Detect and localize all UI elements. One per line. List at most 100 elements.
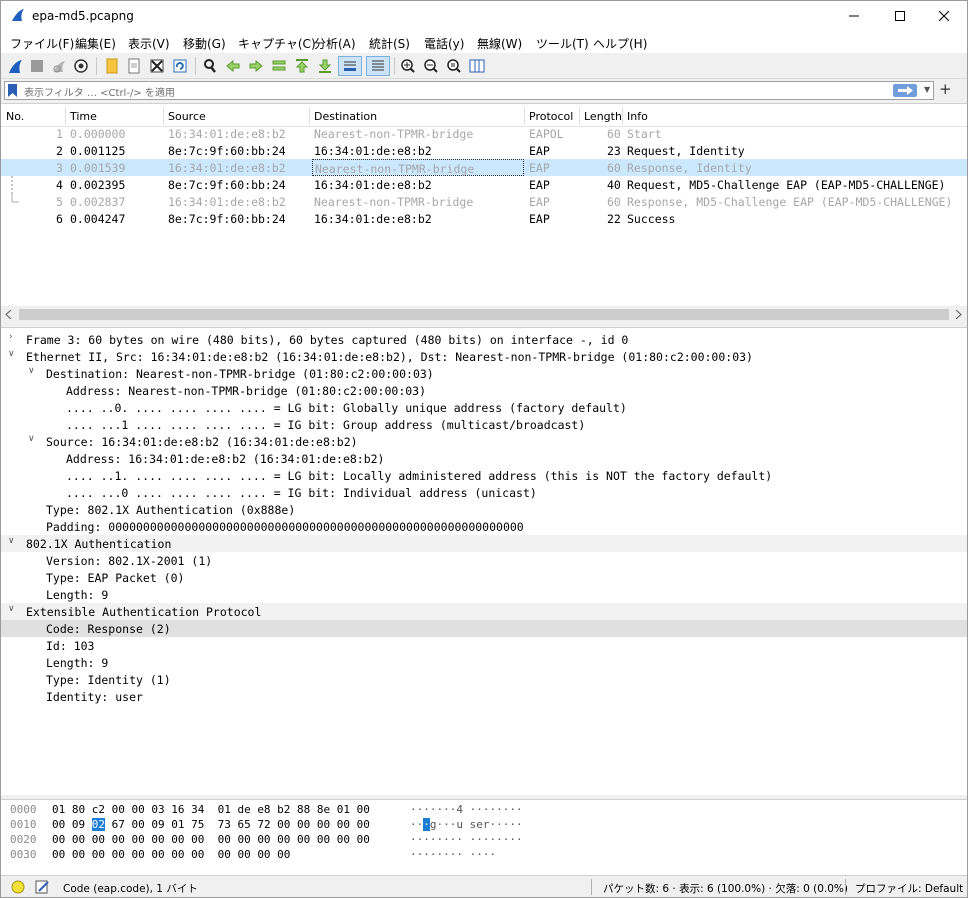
packet-row[interactable]: 4 0.002395 8e:7c:9f:60:bb:24 16:34:01:de… [1, 176, 967, 193]
tree-item-dst-address[interactable]: Address: Nearest-non-TPMR-bridge (01:80:… [1, 382, 967, 399]
tree-item-identity[interactable]: Identity: user [1, 688, 967, 705]
go-to-packet-button[interactable] [269, 56, 289, 76]
menu-file[interactable]: ファイル(F) [10, 35, 74, 52]
menu-wireless[interactable]: 無線(W) [477, 35, 522, 52]
tree-item-version[interactable]: Version: 802.1X-2001 (1) [1, 552, 967, 569]
menu-help[interactable]: ヘルプ(H) [593, 35, 647, 52]
tree-item-source[interactable]: ∨ Source: 16:34:01:de:e8:b2 (16:34:01:de:… [1, 433, 967, 450]
scrollbar-thumb[interactable] [19, 309, 949, 320]
menu-statistics[interactable]: 統計(S) [369, 35, 410, 52]
display-filter-input[interactable]: 表示フィルタ … <Ctrl-/> を適用 ▼ [4, 81, 934, 100]
packet-destination: 16:34:01:de:e8:b2 [314, 212, 432, 226]
chevron-down-icon[interactable]: ∨ [8, 536, 15, 546]
hex-line[interactable]: 0030 00 00 00 00 00 00 00 00 00 00 00 00… [1, 847, 967, 862]
chevron-down-icon[interactable]: ∨ [8, 604, 15, 614]
tree-item-src-lg-bit[interactable]: .... ..1. .... .... .... .... = LG bit: … [1, 467, 967, 484]
wireshark-window: epa-md5.pcapng ファイル(F) 編集(E) 表示(V) 移動(G)… [0, 0, 968, 898]
tree-item-eap-length[interactable]: Length: 9 [1, 654, 967, 671]
zoom-in-button[interactable] [398, 56, 418, 76]
hex-line[interactable]: 0010 00 09 02 67 00 09 01 75 73 65 72 00… [1, 817, 967, 832]
last-packet-button[interactable] [315, 56, 335, 76]
close-file-button[interactable] [147, 56, 167, 76]
autoscroll-toggle[interactable] [338, 56, 362, 76]
col-time[interactable]: Time [70, 110, 97, 123]
chevron-down-icon[interactable]: ∨ [8, 349, 15, 359]
chevron-right-icon[interactable] [955, 310, 963, 319]
packet-row[interactable]: 5 0.002837 16:34:01:de:e8:b2 Nearest-non… [1, 193, 967, 210]
capture-options-button[interactable] [71, 56, 91, 76]
hex-line[interactable]: 0000 01 80 c2 00 00 03 16 34 01 de e8 b2… [1, 802, 967, 817]
chevron-down-icon[interactable]: ∨ [28, 366, 35, 376]
packet-row[interactable]: 1 0.000000 16:34:01:de:e8:b2 Nearest-non… [1, 125, 967, 142]
tree-item-frame[interactable]: › Frame 3: 60 bytes on wire (480 bits), 6… [1, 331, 967, 348]
chevron-down-icon[interactable]: ∨ [28, 434, 35, 444]
col-info[interactable]: Info [627, 110, 648, 123]
tree-item-code-selected[interactable]: Code: Response (2) [1, 620, 967, 637]
tree-item-padding[interactable]: Padding: 0000000000000000000000000000000… [1, 518, 967, 535]
go-back-button[interactable] [223, 56, 243, 76]
chevron-right-icon[interactable]: › [9, 332, 13, 342]
col-length[interactable]: Length [584, 110, 622, 123]
tree-item-destination[interactable]: ∨ Destination: Nearest-non-TPMR-bridge (0… [1, 365, 967, 382]
packet-length: 60 [607, 127, 621, 141]
expert-info-icon[interactable] [11, 880, 25, 894]
zoom-reset-button[interactable] [444, 56, 464, 76]
colorize-toggle[interactable] [366, 56, 390, 76]
selected-byte[interactable]: 02 [91, 818, 105, 831]
search-icon [204, 59, 216, 73]
close-button[interactable] [921, 1, 967, 31]
packet-row-selected[interactable]: 3 0.001539 16:34:01:de:e8:b2 Nearest-non… [1, 159, 967, 176]
main-toolbar [1, 53, 967, 79]
menu-view[interactable]: 表示(V) [128, 35, 170, 52]
selected-ascii[interactable]: · [423, 818, 430, 831]
bookmark-icon[interactable] [7, 83, 18, 98]
tree-item-8021x[interactable]: ∨ 802.1X Authentication [1, 535, 967, 552]
tree-item-dst-ig-bit[interactable]: .... ...1 .... .... .... .... = IG bit: … [1, 416, 967, 433]
stop-capture-button[interactable] [27, 56, 47, 76]
add-filter-button[interactable]: + [939, 80, 952, 98]
menu-analyze[interactable]: 分析(A) [314, 35, 356, 52]
tree-item-8021x-type[interactable]: Type: EAP Packet (0) [1, 569, 967, 586]
open-file-button[interactable] [102, 56, 122, 76]
display-filter-bar: 表示フィルタ … <Ctrl-/> を適用 ▼ + [1, 79, 967, 103]
menu-tools[interactable]: ツール(T) [536, 35, 589, 52]
col-source[interactable]: Source [168, 110, 206, 123]
resize-columns-button[interactable] [467, 56, 487, 76]
maximize-icon [895, 11, 905, 21]
tree-item-type[interactable]: Type: 802.1X Authentication (0x888e) [1, 501, 967, 518]
start-capture-button[interactable] [5, 56, 25, 76]
tree-item-8021x-length[interactable]: Length: 9 [1, 586, 967, 603]
filter-history-dropdown[interactable]: ▼ [924, 85, 930, 94]
col-protocol[interactable]: Protocol [529, 110, 573, 123]
menu-edit[interactable]: 編集(E) [75, 35, 116, 52]
tree-item-eap[interactable]: ∨ Extensible Authentication Protocol [1, 603, 967, 620]
tree-item-src-address[interactable]: Address: 16:34:01:de:e8:b2 (16:34:01:de:… [1, 450, 967, 467]
packet-row[interactable]: 2 0.001125 8e:7c:9f:60:bb:24 16:34:01:de… [1, 142, 967, 159]
tree-item-src-ig-bit[interactable]: .... ...0 .... .... .... .... = IG bit: … [1, 484, 967, 501]
tree-item-ethernet[interactable]: ∨ Ethernet II, Src: 16:34:01:de:e8:b2 (16… [1, 348, 967, 365]
save-file-button[interactable] [124, 56, 144, 76]
first-packet-button[interactable] [292, 56, 312, 76]
zoom-out-button[interactable] [421, 56, 441, 76]
hex-line[interactable]: 0020 00 00 00 00 00 00 00 00 00 00 00 00… [1, 832, 967, 847]
menu-capture[interactable]: キャプチャ(C) [238, 35, 316, 52]
apply-filter-button[interactable] [893, 84, 917, 97]
packet-row[interactable]: 6 0.004247 8e:7c:9f:60:bb:24 16:34:01:de… [1, 210, 967, 227]
arrow-left-icon [226, 59, 240, 73]
restart-capture-button[interactable] [49, 56, 69, 76]
minimize-button[interactable] [831, 1, 877, 31]
tree-item-dst-lg-bit[interactable]: .... ..0. .... .... .... .... = LG bit: … [1, 399, 967, 416]
maximize-button[interactable] [877, 1, 923, 31]
go-forward-button[interactable] [246, 56, 266, 76]
find-packet-button[interactable] [200, 56, 220, 76]
menu-telephony[interactable]: 電話(y) [424, 35, 464, 52]
col-destination[interactable]: Destination [314, 110, 377, 123]
col-no[interactable]: No. [6, 110, 24, 123]
menu-go[interactable]: 移動(G) [183, 35, 226, 52]
reload-file-button[interactable] [170, 56, 190, 76]
tree-item-id[interactable]: Id: 103 [1, 637, 967, 654]
tree-item-eap-type[interactable]: Type: Identity (1) [1, 671, 967, 688]
status-profile[interactable]: プロファイル: Default [855, 881, 963, 896]
chevron-left-icon[interactable] [5, 310, 13, 319]
capture-comment-icon[interactable] [34, 879, 50, 895]
